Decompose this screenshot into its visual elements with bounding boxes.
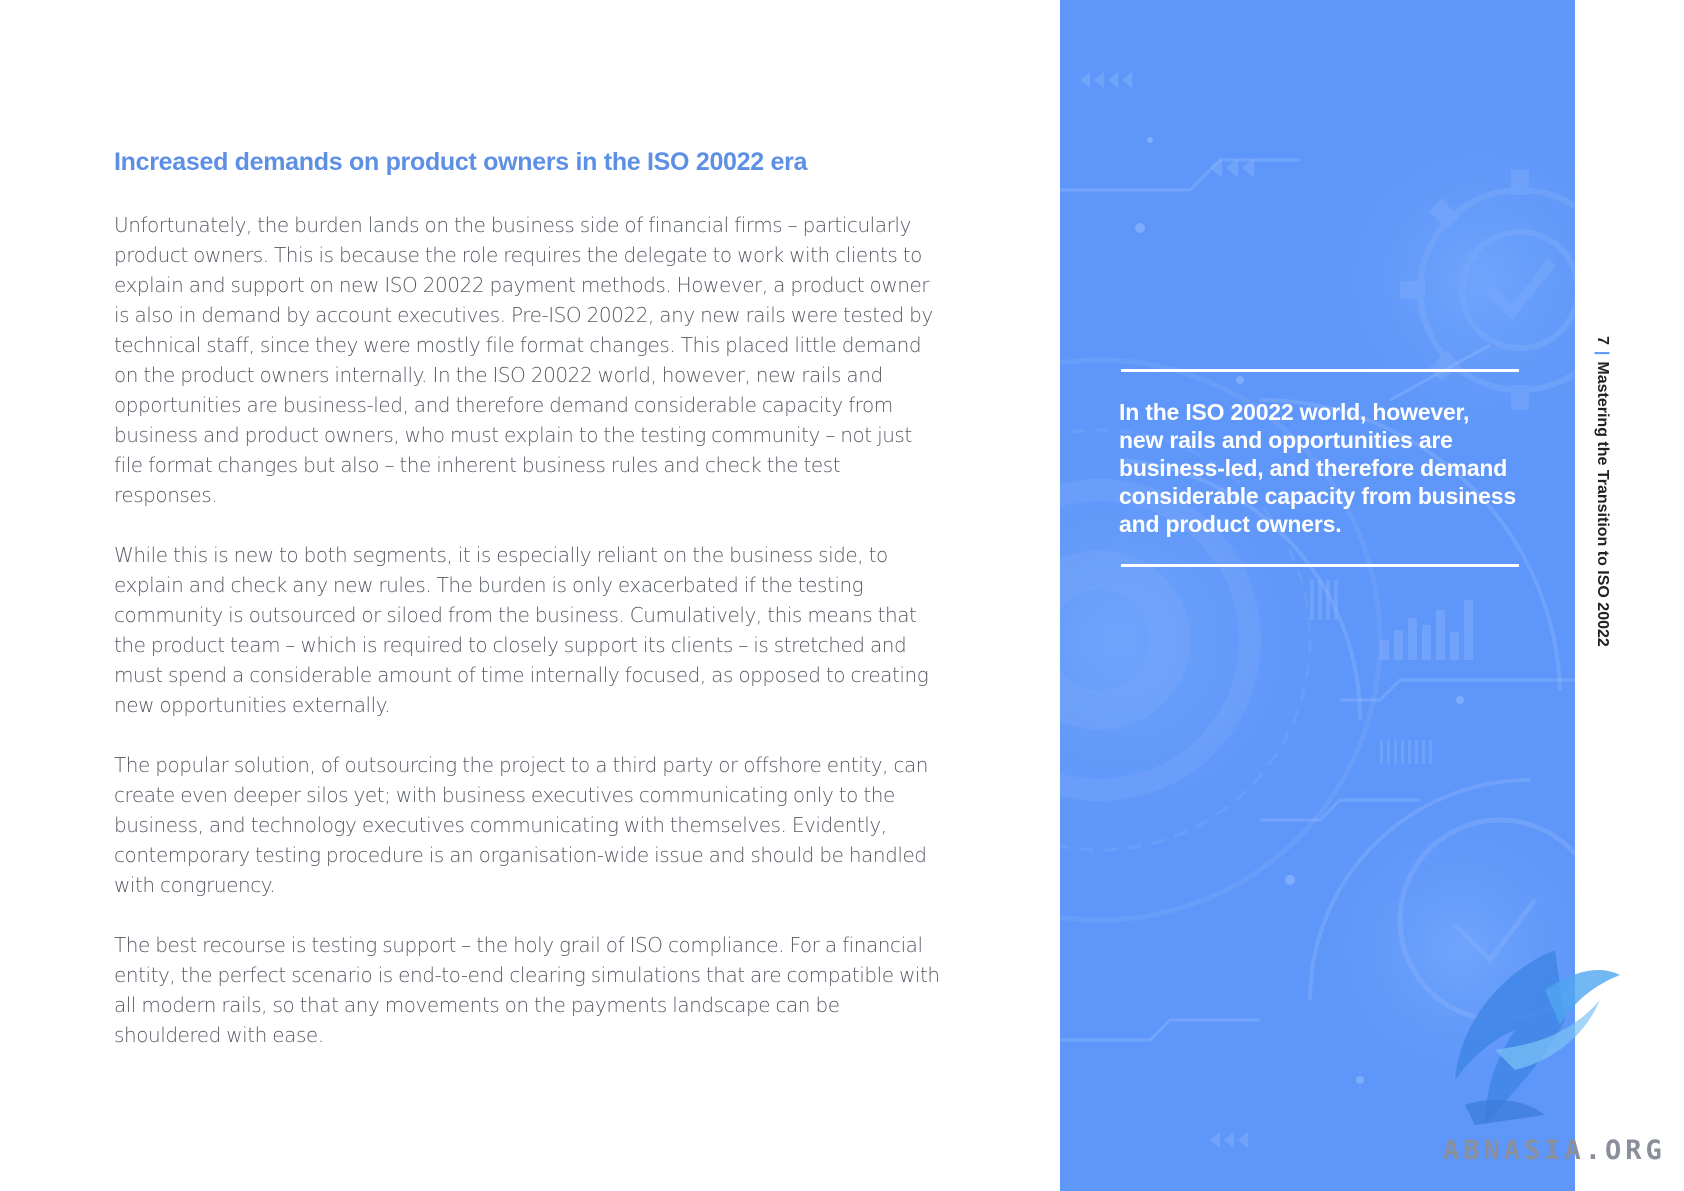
body-paragraph: Unfortunately, the burden lands on the b…	[114, 213, 933, 507]
body-paragraph: While this is new to both segments, it i…	[114, 543, 929, 717]
document-title: Mastering the Transition to ISO 20022	[1594, 361, 1611, 647]
watermark-bird-logo	[1455, 950, 1620, 1125]
quote-bottom-rule	[1121, 564, 1519, 567]
body-paragraph: The best recourse is testing support – t…	[114, 933, 940, 1047]
page-number: 7	[1594, 336, 1611, 345]
page-label: 7 | Mastering the Transition to ISO 20022	[1592, 336, 1612, 647]
page-label-separator: |	[1594, 350, 1611, 356]
watermark-text: ABNASIA.ORG	[1443, 1135, 1666, 1166]
pull-quote: In the ISO 20022 world, however, new rai…	[1119, 399, 1516, 537]
quote-top-rule	[1121, 369, 1519, 372]
article: Increased demands on product owners in t…	[114, 146, 944, 1080]
section-heading: Increased demands on product owners in t…	[114, 148, 808, 176]
body-paragraph: The popular solution, of outsourcing the…	[114, 753, 929, 897]
